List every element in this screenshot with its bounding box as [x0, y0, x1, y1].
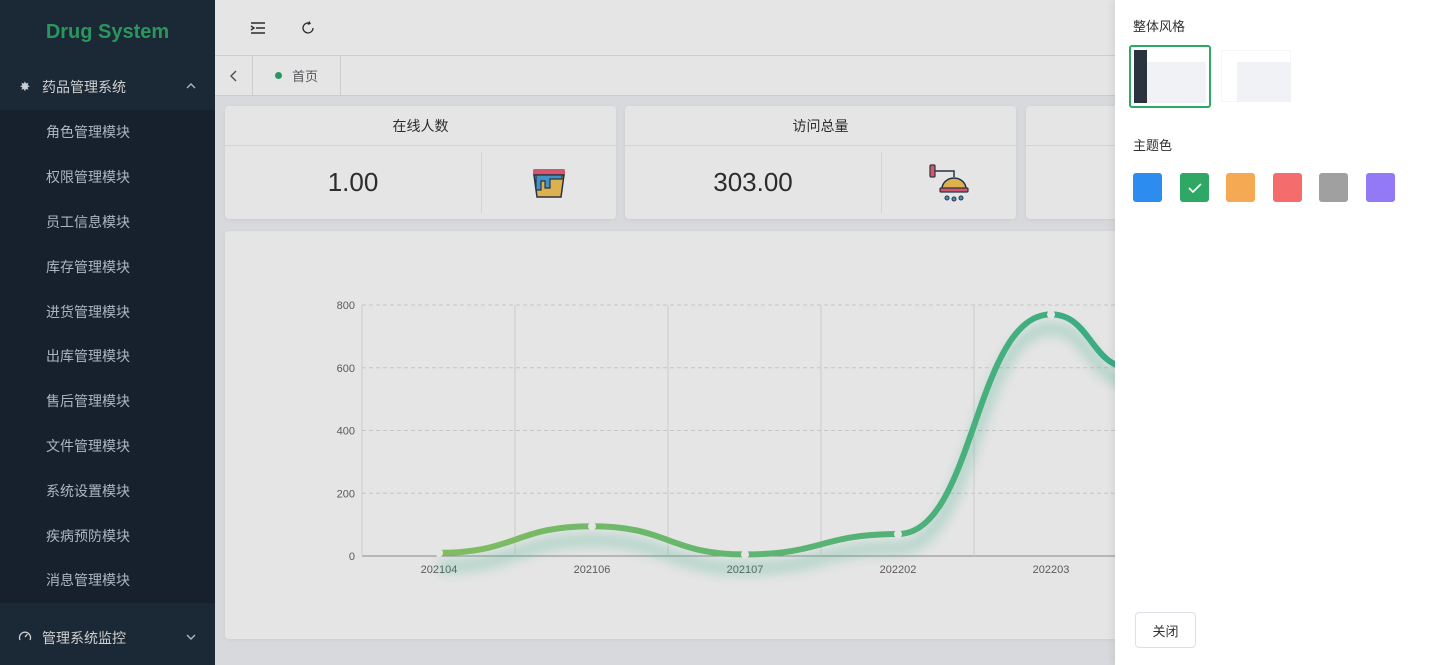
theme-swatch-orange[interactable]	[1226, 173, 1255, 202]
check-icon	[1187, 182, 1202, 193]
theme-swatch-gray[interactable]	[1319, 173, 1348, 202]
close-button[interactable]: 关闭	[1135, 612, 1196, 648]
theme-swatch-green[interactable]	[1180, 173, 1209, 202]
settings-drawer: 整体风格 主题色 关闭	[1115, 0, 1432, 665]
theme-section-title: 主题色	[1133, 139, 1173, 154]
theme-swatch-blue[interactable]	[1133, 173, 1162, 202]
style-section-title: 整体风格	[1133, 20, 1186, 35]
style-option-light[interactable]	[1220, 49, 1292, 103]
style-option-dark[interactable]	[1129, 45, 1211, 108]
drawer-overlay[interactable]	[0, 0, 1115, 665]
theme-swatch-purple[interactable]	[1366, 173, 1395, 202]
theme-swatch-red[interactable]	[1273, 173, 1302, 202]
